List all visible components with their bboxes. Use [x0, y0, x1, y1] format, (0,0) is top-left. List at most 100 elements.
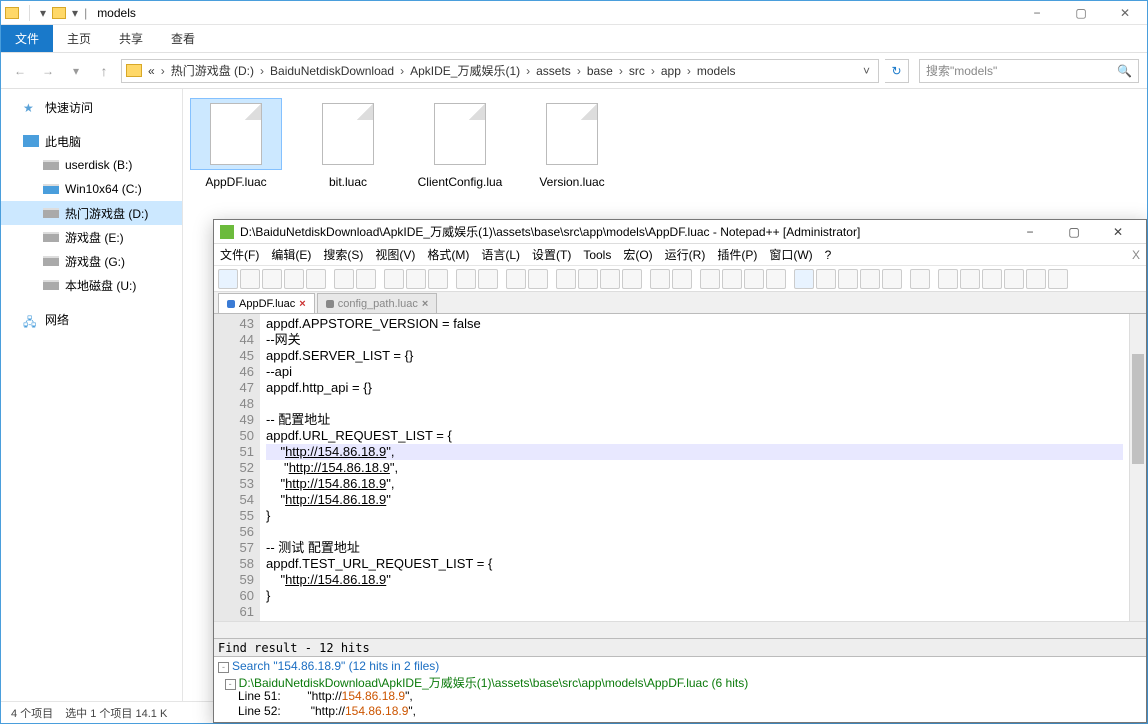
breadcrumb[interactable]: app	[659, 64, 683, 78]
toolbar-button[interactable]	[910, 269, 930, 289]
file-item[interactable]: Version.luac	[527, 99, 617, 189]
scrollbar-thumb[interactable]	[1132, 354, 1144, 464]
address-bar[interactable]: « › 热门游戏盘 (D:)› BaiduNetdiskDownload› Ap…	[121, 59, 879, 83]
refresh-button[interactable]: ↻	[885, 59, 909, 83]
sidebar-drive[interactable]: 游戏盘 (E:)	[1, 225, 182, 249]
back-button[interactable]: ←	[9, 60, 31, 82]
sidebar-quick-access[interactable]: ★快速访问	[1, 95, 182, 119]
search-icon[interactable]: 🔍	[1117, 64, 1132, 78]
menu-macro[interactable]: 宏(O)	[623, 246, 652, 263]
menu-window[interactable]: 窗口(W)	[769, 246, 812, 263]
toolbar-button[interactable]	[356, 269, 376, 289]
breadcrumb-overflow[interactable]: «	[146, 64, 157, 78]
find-result-panel[interactable]: -Search "154.86.18.9" (12 hits in 2 file…	[214, 656, 1146, 722]
close-button[interactable]: ✕	[1103, 2, 1147, 24]
toolbar-button[interactable]	[816, 269, 836, 289]
tab-close-icon[interactable]: ×	[299, 298, 305, 310]
sidebar-this-pc[interactable]: 此电脑	[1, 129, 182, 153]
toolbar-button[interactable]	[262, 269, 282, 289]
sidebar-drive[interactable]: 游戏盘 (G:)	[1, 249, 182, 273]
sidebar-network[interactable]: 🖧网络	[1, 307, 182, 331]
file-item-selected[interactable]: AppDF.luac	[191, 99, 281, 189]
sidebar-drive[interactable]: userdisk (B:)	[1, 153, 182, 177]
toolbar-button[interactable]	[600, 269, 620, 289]
toolbar-button[interactable]	[456, 269, 476, 289]
sidebar-drive[interactable]: Win10x64 (C:)	[1, 177, 182, 201]
toolbar-button[interactable]	[218, 269, 238, 289]
toolbar-button[interactable]	[1004, 269, 1024, 289]
qat-dropdown-icon[interactable]: ▾	[40, 6, 46, 20]
fold-icon[interactable]: -	[218, 662, 229, 673]
toolbar-button[interactable]	[528, 269, 548, 289]
toolbar-button[interactable]	[284, 269, 304, 289]
toolbar-button[interactable]	[838, 269, 858, 289]
vertical-scrollbar[interactable]	[1129, 314, 1146, 621]
toolbar-button[interactable]	[860, 269, 880, 289]
find-result-row[interactable]: Line 52: "http://154.86.18.9",	[218, 704, 1142, 719]
find-result-row[interactable]: Line 51: "http://154.86.18.9",	[218, 689, 1142, 704]
menu-run[interactable]: 运行(R)	[665, 246, 706, 263]
toolbar-button[interactable]	[556, 269, 576, 289]
menu-edit[interactable]: 编辑(E)	[271, 246, 311, 263]
editor-tab-active[interactable]: AppDF.luac×	[218, 293, 315, 313]
menu-view[interactable]: 视图(V)	[375, 246, 415, 263]
menu-search[interactable]: 搜索(S)	[323, 246, 363, 263]
toolbar-button[interactable]	[1026, 269, 1046, 289]
ribbon-tab-view[interactable]: 查看	[157, 25, 209, 52]
search-input[interactable]: 搜索"models" 🔍	[919, 59, 1139, 83]
horizontal-scrollbar[interactable]	[214, 621, 1146, 638]
toolbar-button[interactable]	[722, 269, 742, 289]
toolbar-button[interactable]	[622, 269, 642, 289]
toolbar-button[interactable]	[794, 269, 814, 289]
find-result-header[interactable]: Find result - 12 hits	[214, 638, 1146, 656]
file-item[interactable]: ClientConfig.lua	[415, 99, 505, 189]
code-editor[interactable]: 43444546474849505152535455565758596061 a…	[214, 314, 1146, 621]
recent-dropdown[interactable]: ▾	[65, 60, 87, 82]
npp-titlebar[interactable]: D:\BaiduNetdiskDownload\ApkIDE_万威娱乐(1)\a…	[214, 220, 1146, 244]
toolbar-button[interactable]	[960, 269, 980, 289]
toolbar-button[interactable]	[882, 269, 902, 289]
qat-dropdown-icon[interactable]: ▾	[72, 6, 78, 20]
toolbar-button[interactable]	[938, 269, 958, 289]
breadcrumb[interactable]: ApkIDE_万威娱乐(1)	[408, 62, 522, 79]
toolbar-button[interactable]	[672, 269, 692, 289]
toolbar-button[interactable]	[240, 269, 260, 289]
close-button[interactable]: ✕	[1096, 221, 1140, 243]
toolbar-button[interactable]	[506, 269, 526, 289]
menu-file[interactable]: 文件(F)	[220, 246, 259, 263]
sidebar-drive[interactable]: 本地磁盘 (U:)	[1, 273, 182, 297]
breadcrumb[interactable]: base	[585, 64, 615, 78]
file-item[interactable]: bit.luac	[303, 99, 393, 189]
toolbar-button[interactable]	[334, 269, 354, 289]
maximize-button[interactable]: ▢	[1059, 2, 1103, 24]
code-area[interactable]: appdf.APPSTORE_VERSION = false--网关appdf.…	[260, 314, 1129, 621]
minimize-button[interactable]: −	[1008, 221, 1052, 243]
toolbar-button[interactable]	[650, 269, 670, 289]
toolbar-button[interactable]	[306, 269, 326, 289]
editor-tab[interactable]: config_path.luac×	[317, 293, 438, 313]
maximize-button[interactable]: ▢	[1052, 221, 1096, 243]
ribbon-tab-share[interactable]: 共享	[105, 25, 157, 52]
breadcrumb[interactable]: models	[695, 64, 738, 78]
minimize-button[interactable]: −	[1015, 2, 1059, 24]
sidebar-drive-selected[interactable]: 热门游戏盘 (D:)	[1, 201, 182, 225]
ribbon-tab-home[interactable]: 主页	[53, 25, 105, 52]
breadcrumb[interactable]: src	[627, 64, 647, 78]
toolbar-button[interactable]	[766, 269, 786, 289]
menu-plugins[interactable]: 插件(P)	[717, 246, 757, 263]
tab-close-icon[interactable]: ×	[422, 298, 428, 310]
menu-language[interactable]: 语言(L)	[481, 246, 520, 263]
menu-close-icon[interactable]: X	[1132, 248, 1140, 262]
up-button[interactable]: ↑	[93, 60, 115, 82]
menu-help[interactable]: ?	[825, 248, 832, 262]
ribbon-tab-file[interactable]: 文件	[1, 25, 53, 52]
menu-format[interactable]: 格式(M)	[427, 246, 469, 263]
toolbar-button[interactable]	[700, 269, 720, 289]
toolbar-button[interactable]	[406, 269, 426, 289]
breadcrumb[interactable]: 热门游戏盘 (D:)	[169, 62, 256, 79]
toolbar-button[interactable]	[982, 269, 1002, 289]
toolbar-button[interactable]	[744, 269, 764, 289]
address-dropdown-icon[interactable]: ˅	[859, 64, 874, 78]
menu-tools[interactable]: Tools	[583, 248, 611, 262]
menu-settings[interactable]: 设置(T)	[532, 246, 571, 263]
